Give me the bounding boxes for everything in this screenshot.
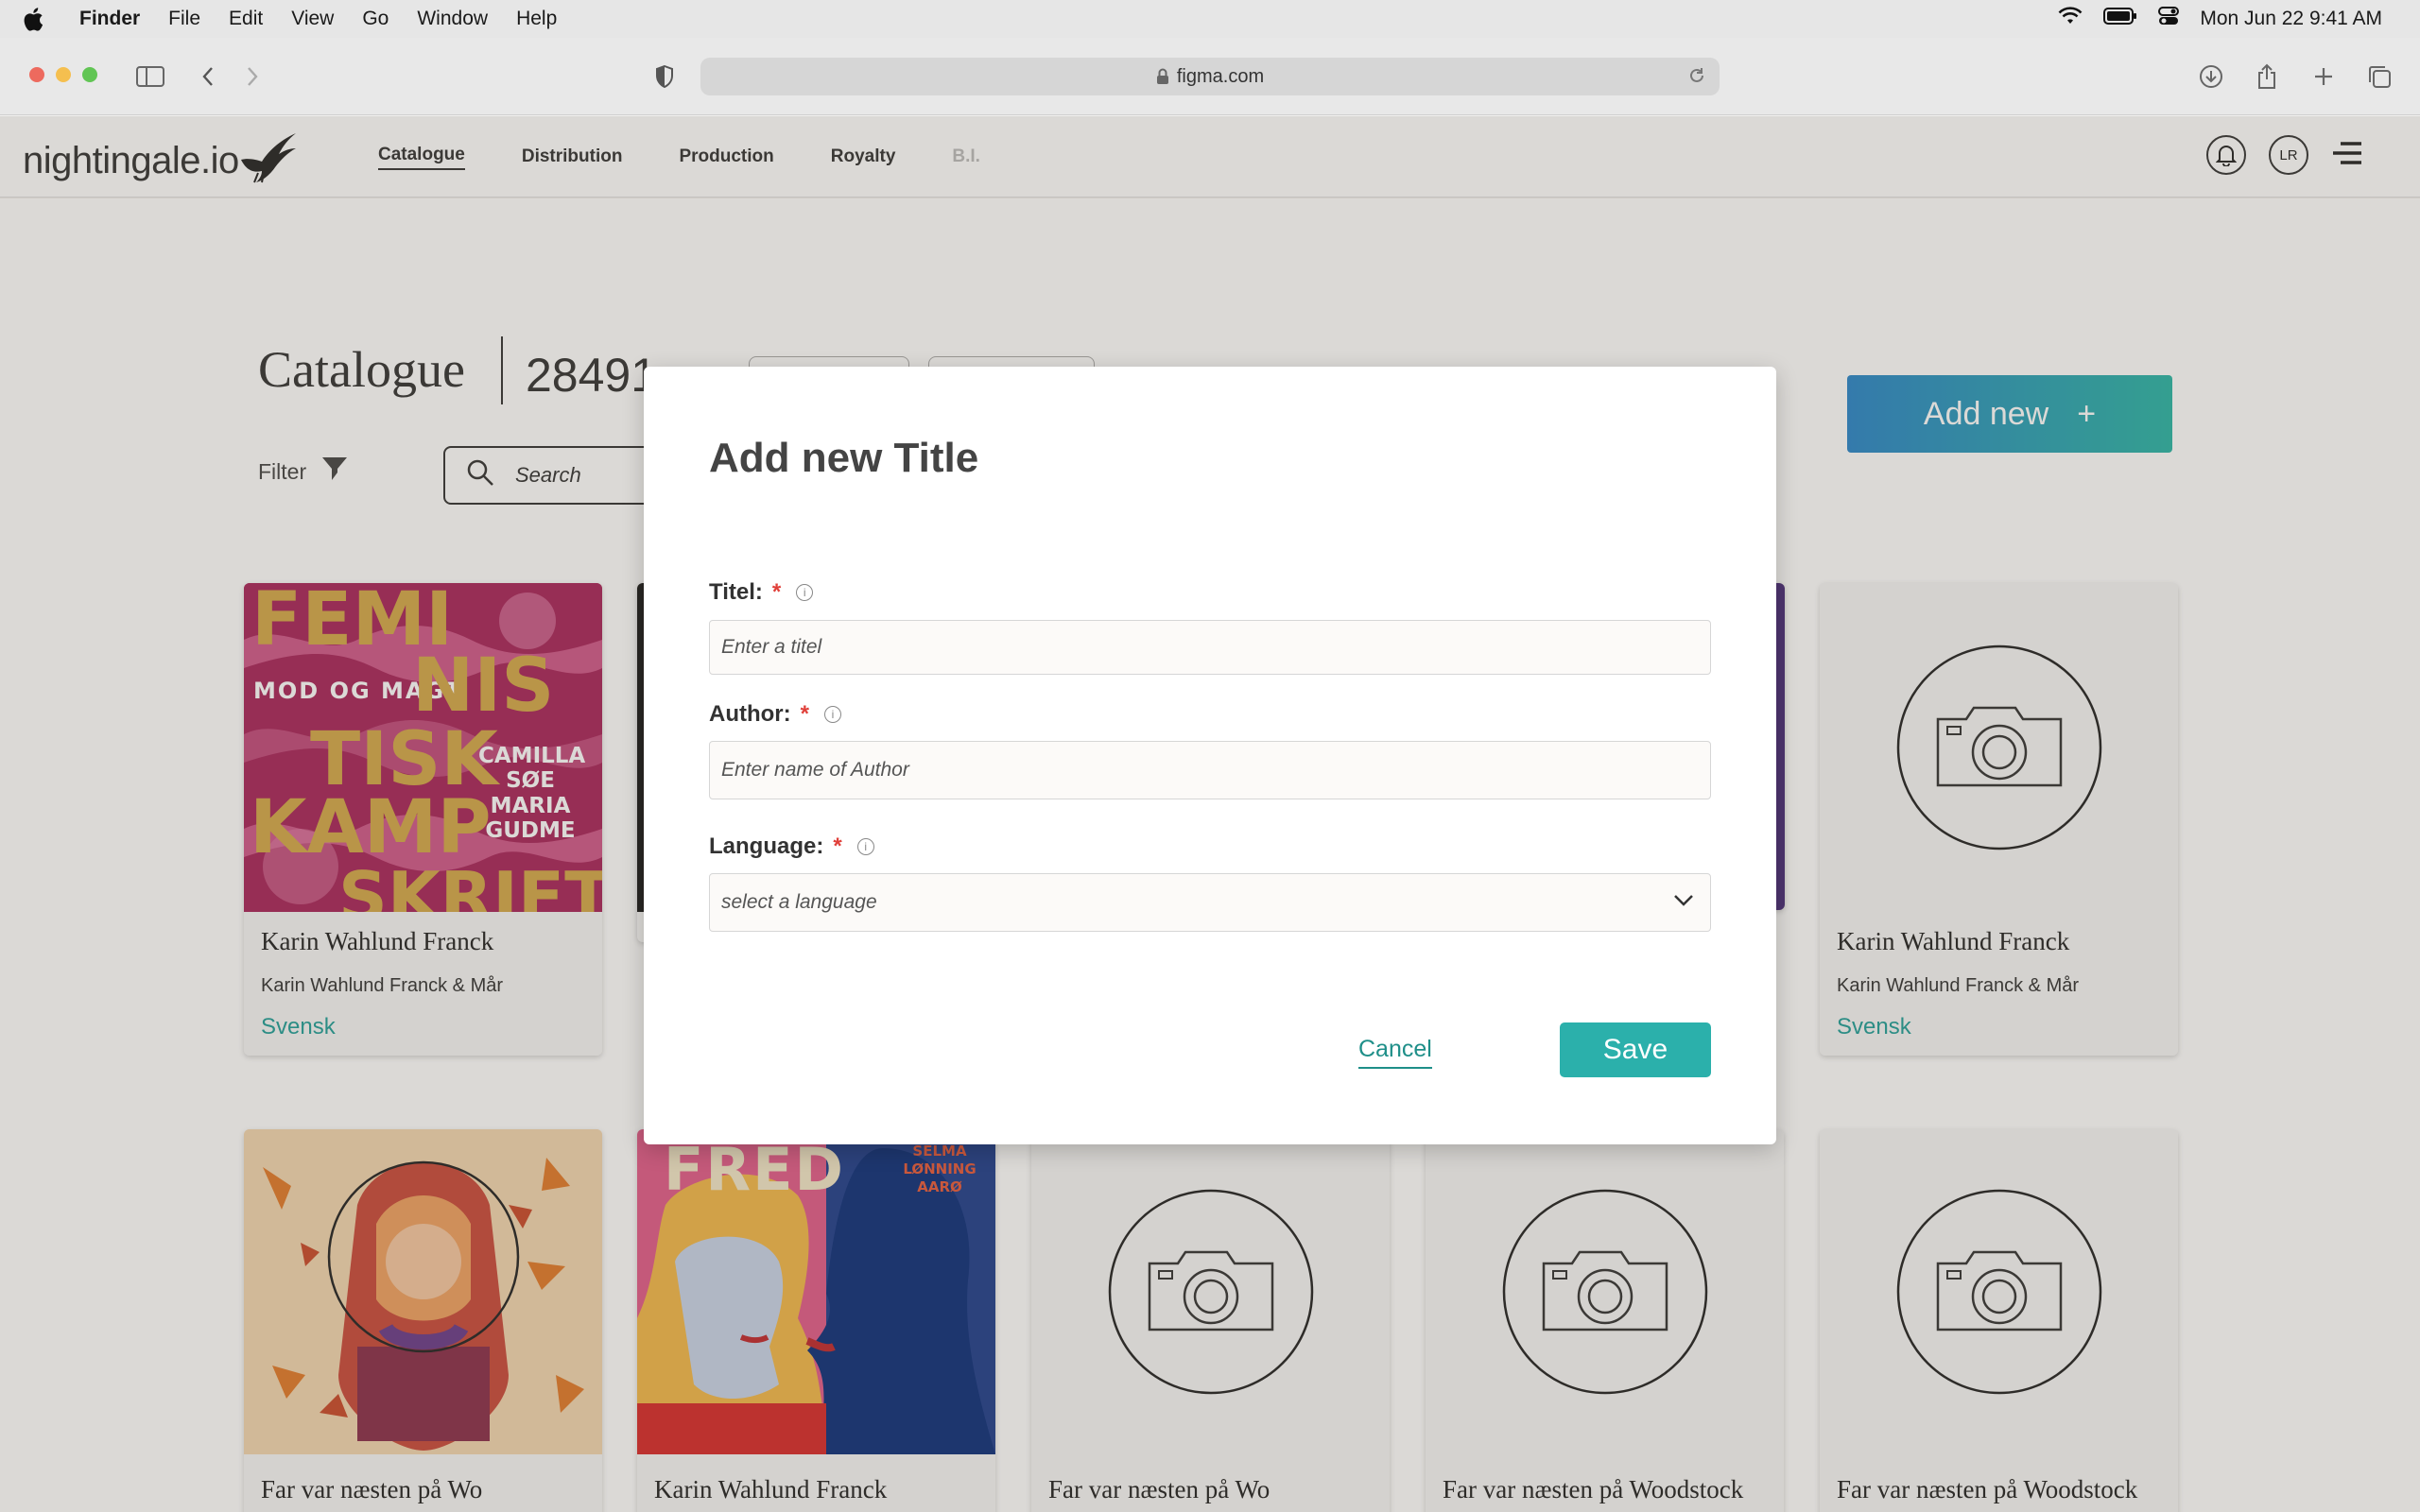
menu-finder[interactable]: Finder — [79, 8, 140, 30]
back-icon[interactable] — [192, 60, 224, 93]
menu-go[interactable]: Go — [362, 8, 389, 30]
label-text: Author: — [709, 701, 791, 727]
menu-file[interactable]: File — [168, 8, 200, 30]
author-input[interactable]: Enter name of Author — [709, 741, 1711, 799]
minimize-window-button[interactable] — [56, 67, 71, 82]
close-window-button[interactable] — [29, 67, 44, 82]
reload-icon[interactable] — [1687, 66, 1706, 91]
battery-icon[interactable] — [2103, 8, 2137, 30]
share-icon[interactable] — [2251, 60, 2283, 93]
zoom-window-button[interactable] — [82, 67, 97, 82]
save-button[interactable]: Save — [1560, 1022, 1711, 1077]
info-icon[interactable]: i — [856, 838, 874, 855]
menubar-datetime[interactable]: Mon Jun 22 9:41 AM — [2200, 8, 2382, 30]
required-marker: * — [833, 833, 842, 859]
downloads-icon[interactable] — [2195, 60, 2227, 93]
lock-icon — [1156, 68, 1169, 85]
control-center-icon[interactable] — [2158, 6, 2180, 32]
url-text: figma.com — [1176, 65, 1265, 87]
title-field-label: Titel: * i — [709, 579, 814, 606]
new-tab-icon[interactable] — [2308, 60, 2340, 93]
tab-overview-icon[interactable] — [2363, 60, 2395, 93]
os-menubar: Finder File Edit View Go Window Help Mon… — [0, 0, 2420, 38]
title-input[interactable]: Enter a titel — [709, 620, 1711, 675]
chevron-down-icon — [1672, 891, 1695, 914]
language-select[interactable]: select a language — [709, 873, 1711, 932]
cancel-button[interactable]: Cancel — [1358, 1036, 1432, 1069]
privacy-shield-icon[interactable] — [648, 60, 681, 93]
window-controls — [29, 67, 97, 82]
apple-icon[interactable] — [23, 7, 47, 31]
info-icon[interactable]: i — [823, 706, 841, 723]
required-marker: * — [771, 579, 782, 605]
add-title-dialog: Add new Title Titel: * i Enter a titel A… — [644, 367, 1776, 1144]
menu-window[interactable]: Window — [417, 8, 488, 30]
author-field-label: Author: * i — [709, 701, 841, 728]
title-placeholder: Enter a titel — [721, 636, 822, 658]
menu-view[interactable]: View — [291, 8, 334, 30]
author-placeholder: Enter name of Author — [721, 759, 909, 781]
wifi-icon[interactable] — [2058, 7, 2083, 31]
sidebar-toggle-icon[interactable] — [134, 60, 166, 93]
label-text: Language: — [709, 833, 824, 859]
browser-toolbar: figma.com — [0, 38, 2420, 115]
menu-help[interactable]: Help — [516, 8, 557, 30]
info-icon[interactable]: i — [796, 584, 814, 601]
label-text: Titel: — [709, 579, 763, 605]
forward-icon[interactable] — [236, 60, 268, 93]
language-placeholder: select a language — [721, 891, 877, 913]
dialog-title: Add new Title — [709, 435, 979, 481]
required-marker: * — [800, 701, 809, 727]
address-bar[interactable]: figma.com — [700, 58, 1720, 95]
menu-edit[interactable]: Edit — [229, 8, 263, 30]
language-field-label: Language: * i — [709, 833, 874, 860]
